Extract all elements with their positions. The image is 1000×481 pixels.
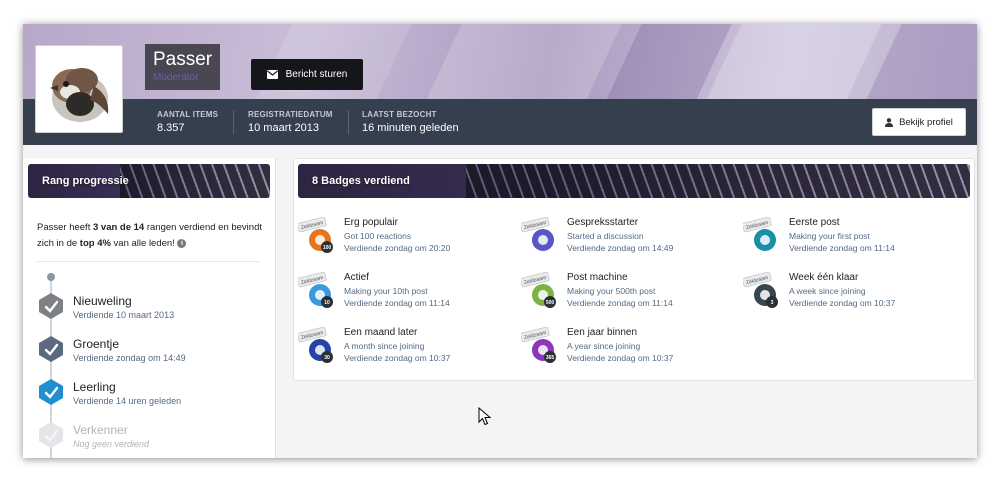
badge-description: A year since joining bbox=[567, 341, 641, 351]
badge-icon: Zeldzaam10 bbox=[298, 272, 333, 308]
badge-title: Een jaar binnen bbox=[567, 327, 638, 338]
stat-registration-date: REGISTRATIEDATUM 10 maart 2013 bbox=[248, 110, 333, 134]
badge-icon: Zeldzaam bbox=[521, 217, 554, 251]
badge-description: Making your 10th post bbox=[344, 286, 428, 296]
stat-value: 16 minuten geleden bbox=[362, 122, 459, 134]
badge-description: A week since joining bbox=[789, 286, 866, 296]
rank-progress-title: Rang progressie bbox=[42, 175, 129, 187]
avatar[interactable] bbox=[35, 45, 123, 133]
rank-summary: Passer heeft 3 van de 14 rangen verdiend… bbox=[37, 220, 265, 252]
badge-earned-date: Verdiende zondag om 10:37 bbox=[344, 353, 451, 363]
rank-shield-icon bbox=[39, 293, 63, 319]
sparrow-avatar-image bbox=[36, 46, 122, 132]
view-profile-label: Bekijk profiel bbox=[899, 116, 953, 128]
badge-description: Making your 500th post bbox=[567, 286, 656, 296]
info-icon[interactable]: i bbox=[177, 238, 187, 248]
badge-title: Eerste post bbox=[789, 217, 840, 228]
badge-title: Week één klaar bbox=[789, 272, 859, 283]
rank-earned-date: Nog geen verdiend bbox=[73, 439, 150, 449]
summary-rank-count: 3 van de 14 bbox=[92, 222, 145, 233]
badges-title: 8 Badges verdiend bbox=[312, 175, 410, 187]
rank-earned-date: Verdiende zondag om 14:49 bbox=[73, 353, 186, 363]
rank-shield-icon bbox=[39, 379, 63, 405]
badge-title: Post machine bbox=[567, 272, 628, 283]
profile-role: Moderator bbox=[153, 72, 199, 83]
rank-name: Nieuweling bbox=[73, 294, 132, 308]
rank-earned-date: Verdiende 10 maart 2013 bbox=[73, 310, 175, 320]
stat-label: LAATST BEZOCHT bbox=[362, 110, 437, 119]
badges-header: 8 Badges verdiend bbox=[298, 164, 970, 198]
divider bbox=[37, 261, 260, 262]
badge-earned-date: Verdiende zondag om 11:14 bbox=[567, 298, 673, 308]
badge-icon: Zeldzaam bbox=[743, 217, 776, 251]
mouse-cursor-icon bbox=[478, 407, 492, 426]
stat-value: 10 maart 2013 bbox=[248, 122, 319, 134]
rank-progress-panel: Rang progressie Passer heeft 3 van de 14… bbox=[23, 158, 276, 458]
profile-name: Passer bbox=[153, 49, 213, 70]
badge-icon: Zeldzaam3 bbox=[743, 272, 778, 308]
badge-icon: Zeldzaam500 bbox=[521, 272, 556, 308]
badge-icon: Zeldzaam30 bbox=[298, 327, 333, 363]
badge-icon: Zeldzaam365 bbox=[521, 327, 556, 363]
stat-items: AANTAL ITEMS 8.357 bbox=[157, 110, 218, 134]
badge-earned-date: Verdiende zondag om 10:37 bbox=[567, 353, 674, 363]
user-icon bbox=[885, 117, 894, 127]
badge-earned-date: Verdiende zondag om 20:20 bbox=[344, 243, 451, 253]
badges-panel: 8 Badges verdiend Zeldzaam 100 Erg populai… bbox=[293, 158, 975, 381]
badge-description: Got 100 reactions bbox=[344, 231, 412, 241]
badge-title: Gespreksstarter bbox=[567, 217, 639, 228]
stat-divider bbox=[233, 110, 234, 134]
badge-description: A month since joining bbox=[344, 341, 425, 351]
stat-label: AANTAL ITEMS bbox=[157, 110, 219, 119]
summary-text: Passer heeft bbox=[37, 222, 93, 233]
send-message-label: Bericht sturen bbox=[285, 69, 348, 80]
rank-earned-date: Verdiende 14 uren geleden bbox=[73, 396, 182, 406]
rank-progress-header: Rang progressie bbox=[28, 164, 270, 198]
badge-earned-date: Verdiende zondag om 10:37 bbox=[789, 298, 896, 308]
profile-page: Passer Moderator Bericht sturen AANTAL I… bbox=[23, 24, 977, 458]
badge-number: 3 bbox=[771, 300, 774, 306]
badge-number: 365 bbox=[546, 355, 555, 361]
send-message-button[interactable]: Bericht sturen bbox=[251, 59, 363, 90]
envelope-icon bbox=[266, 70, 278, 79]
badge-earned-date: Verdiende zondag om 11:14 bbox=[344, 298, 450, 308]
rank-name: Groentje bbox=[73, 337, 120, 351]
badge-number: 30 bbox=[324, 355, 330, 361]
timeline-start-dot bbox=[47, 273, 55, 281]
rank-shield-icon bbox=[39, 422, 63, 448]
badge-title: Erg populair bbox=[344, 217, 398, 228]
badge-description: Making your first post bbox=[789, 231, 870, 241]
stat-last-visit: LAATST BEZOCHT 16 minuten geleden bbox=[362, 110, 459, 134]
badge-number: 100 bbox=[323, 245, 332, 251]
badge-number: 10 bbox=[324, 300, 330, 306]
rank-name: Leerling bbox=[73, 380, 116, 394]
badge-number: 500 bbox=[546, 300, 555, 306]
rank-shield-icon bbox=[39, 336, 63, 362]
badge-icon: Zeldzaam100 bbox=[298, 217, 333, 253]
stat-divider bbox=[348, 110, 349, 134]
badge-title: Actief bbox=[344, 272, 370, 283]
summary-text: van alle leden! bbox=[110, 238, 175, 249]
stat-label: REGISTRATIEDATUM bbox=[248, 110, 333, 119]
profile-name-box: Passer Moderator bbox=[145, 44, 221, 90]
summary-top-percent: top 4% bbox=[79, 238, 111, 249]
badge-description: Started a discussion bbox=[567, 231, 644, 241]
view-profile-button[interactable]: Bekijk profiel bbox=[872, 108, 966, 136]
stat-value: 8.357 bbox=[157, 122, 185, 134]
rank-name: Verkenner bbox=[73, 423, 128, 437]
badge-earned-date: Verdiende zondag om 14:49 bbox=[567, 243, 674, 253]
badge-title: Een maand later bbox=[344, 327, 418, 338]
badge-earned-date: Verdiende zondag om 11:14 bbox=[789, 243, 895, 253]
